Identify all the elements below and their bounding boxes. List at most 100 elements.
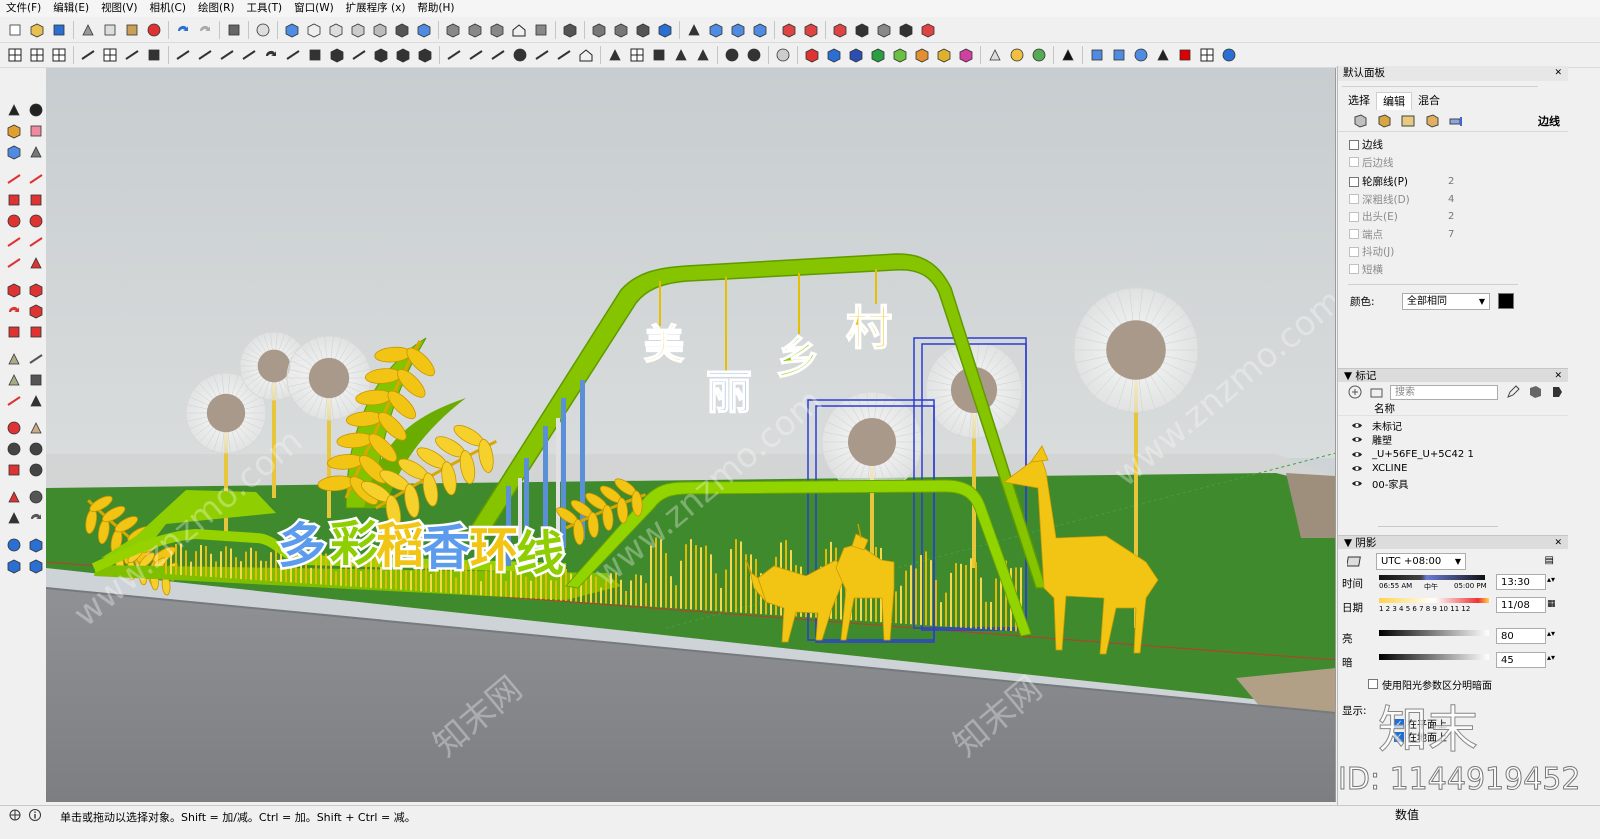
pin-icon[interactable]: ✕ (1554, 66, 1562, 81)
add-folder-icon[interactable] (1368, 383, 1386, 401)
section-fill-icon[interactable] (612, 21, 630, 39)
pan-tool-icon[interactable] (27, 419, 45, 437)
menu-tools[interactable]: 工具(T) (240, 0, 288, 17)
tags-search-input[interactable]: 搜索 (1390, 384, 1498, 400)
section-cuts-icon[interactable] (656, 21, 674, 39)
book-icon[interactable] (875, 21, 893, 39)
skin-icon[interactable] (1088, 46, 1106, 64)
warehouse-icon[interactable] (780, 21, 798, 39)
dark-slider[interactable] (1379, 654, 1489, 660)
arc3-tool-icon[interactable] (5, 254, 23, 272)
orbit-tool-icon[interactable] (5, 419, 23, 437)
style2-icon[interactable] (751, 21, 769, 39)
tag-row[interactable]: XCLINE (1338, 462, 1568, 477)
eye-icon[interactable] (1351, 450, 1363, 459)
section-display-icon[interactable] (634, 21, 652, 39)
edge-setting-value[interactable]: 2 (1448, 176, 1468, 187)
xray-icon[interactable] (349, 21, 367, 39)
arc-tool-icon[interactable] (5, 233, 23, 251)
on-faces-checkbox[interactable]: ✓ (1394, 718, 1404, 729)
grid-red-icon[interactable] (1198, 46, 1216, 64)
erase-icon[interactable] (145, 21, 163, 39)
light-input[interactable]: 80 (1496, 628, 1546, 644)
join-icon[interactable] (196, 46, 214, 64)
sun-shading-checkbox[interactable] (1368, 679, 1378, 689)
camera-icon[interactable] (561, 21, 579, 39)
freehand-icon[interactable] (27, 170, 45, 188)
new-icon[interactable] (6, 21, 24, 39)
stair-icon[interactable] (650, 46, 668, 64)
dark-spinner[interactable]: ▴▾ (1547, 653, 1555, 662)
ruler-icon[interactable] (416, 46, 434, 64)
component-icon[interactable] (707, 21, 725, 39)
eraser-tool-icon[interactable] (27, 122, 45, 140)
menu-camera[interactable]: 相机(C) (143, 0, 192, 17)
net-icon[interactable] (372, 46, 390, 64)
recycle-icon[interactable] (1030, 46, 1048, 64)
scene-drawing[interactable]: 美丽乡村 多彩稻香 环线 www.znzmo.com www.znzmo.com… (46, 68, 1336, 802)
model-viewport[interactable]: 美丽乡村 多彩稻香环线 www.znzmo.com www.znzmo.com … (46, 68, 1336, 802)
edge-setting-value[interactable]: 7 (1448, 229, 1468, 240)
point-icon[interactable] (672, 46, 690, 64)
spiral-icon[interactable] (511, 46, 529, 64)
wireframe-icon[interactable] (393, 21, 411, 39)
pen-icon[interactable] (1059, 46, 1077, 64)
hidden-line-icon[interactable] (415, 21, 433, 39)
helix-icon[interactable] (533, 46, 551, 64)
scale-pink-icon[interactable] (957, 46, 975, 64)
stop-icon[interactable] (1176, 46, 1194, 64)
arc-icon[interactable] (240, 46, 258, 64)
eye-icon[interactable] (1351, 479, 1363, 488)
zoom-extents-icon[interactable] (5, 461, 23, 479)
edge-setting-checkbox[interactable] (1349, 246, 1359, 257)
edge-color-swatch[interactable] (1498, 293, 1514, 309)
shield-icon[interactable] (986, 46, 1004, 64)
bulb-icon[interactable] (1008, 46, 1026, 64)
tags-section-header[interactable]: ▼ 标记 ✕ (1338, 368, 1568, 382)
scale-navy-icon[interactable] (847, 46, 865, 64)
edge-setting-checkbox[interactable] (1349, 229, 1359, 240)
sandbox-icon[interactable] (5, 536, 23, 554)
eye-icon[interactable] (1351, 421, 1363, 430)
pie-tool-icon[interactable] (27, 254, 45, 272)
loft-icon[interactable] (328, 46, 346, 64)
tags-column-name[interactable]: 名称 (1338, 402, 1568, 416)
tab-edit[interactable]: 编辑 (1376, 92, 1412, 110)
scale-lime-icon[interactable] (891, 46, 909, 64)
print-icon[interactable] (225, 21, 243, 39)
face-settings-icon[interactable] (1374, 112, 1394, 130)
weld-icon[interactable] (174, 46, 192, 64)
tape-tool-icon[interactable] (27, 143, 45, 161)
polygon-tool-icon[interactable] (27, 212, 45, 230)
bez-icon[interactable] (218, 46, 236, 64)
tag-row[interactable]: _U+56FE_U+5C42 1 (1338, 447, 1568, 462)
redo-icon[interactable] (196, 21, 214, 39)
background-settings-icon[interactable] (1398, 112, 1418, 130)
prev-view-icon[interactable] (27, 461, 45, 479)
edge-setting-checkbox[interactable] (1349, 194, 1359, 205)
zoom-tool-icon[interactable] (5, 440, 23, 458)
sandbox3-icon[interactable] (5, 557, 23, 575)
zoom-window-icon[interactable] (27, 440, 45, 458)
line-tool-icon[interactable] (123, 46, 141, 64)
save-icon[interactable] (50, 21, 68, 39)
array-icon[interactable] (628, 46, 646, 64)
dimension-icon[interactable] (27, 350, 45, 368)
xy-icon[interactable] (1110, 46, 1128, 64)
tab-mix[interactable]: 混合 (1412, 92, 1446, 110)
slab-icon[interactable] (306, 46, 324, 64)
move-tool-icon[interactable] (5, 281, 23, 299)
edge-setting-value[interactable]: 2 (1448, 211, 1468, 222)
sandbox2-icon[interactable] (27, 536, 45, 554)
tube-icon[interactable] (467, 46, 485, 64)
edge-setting-checkbox[interactable] (1349, 264, 1359, 275)
person-icon[interactable] (1132, 46, 1150, 64)
table-icon[interactable] (101, 46, 119, 64)
menu-window[interactable]: 窗口(W) (288, 0, 340, 17)
make-component-icon[interactable] (283, 21, 301, 39)
on-ground-checkbox[interactable]: ✓ (1394, 731, 1404, 742)
component-tool-icon[interactable] (5, 143, 23, 161)
drop-icon[interactable] (694, 46, 712, 64)
geo-location-icon[interactable] (8, 808, 22, 822)
rotate-tool-icon[interactable] (5, 302, 23, 320)
